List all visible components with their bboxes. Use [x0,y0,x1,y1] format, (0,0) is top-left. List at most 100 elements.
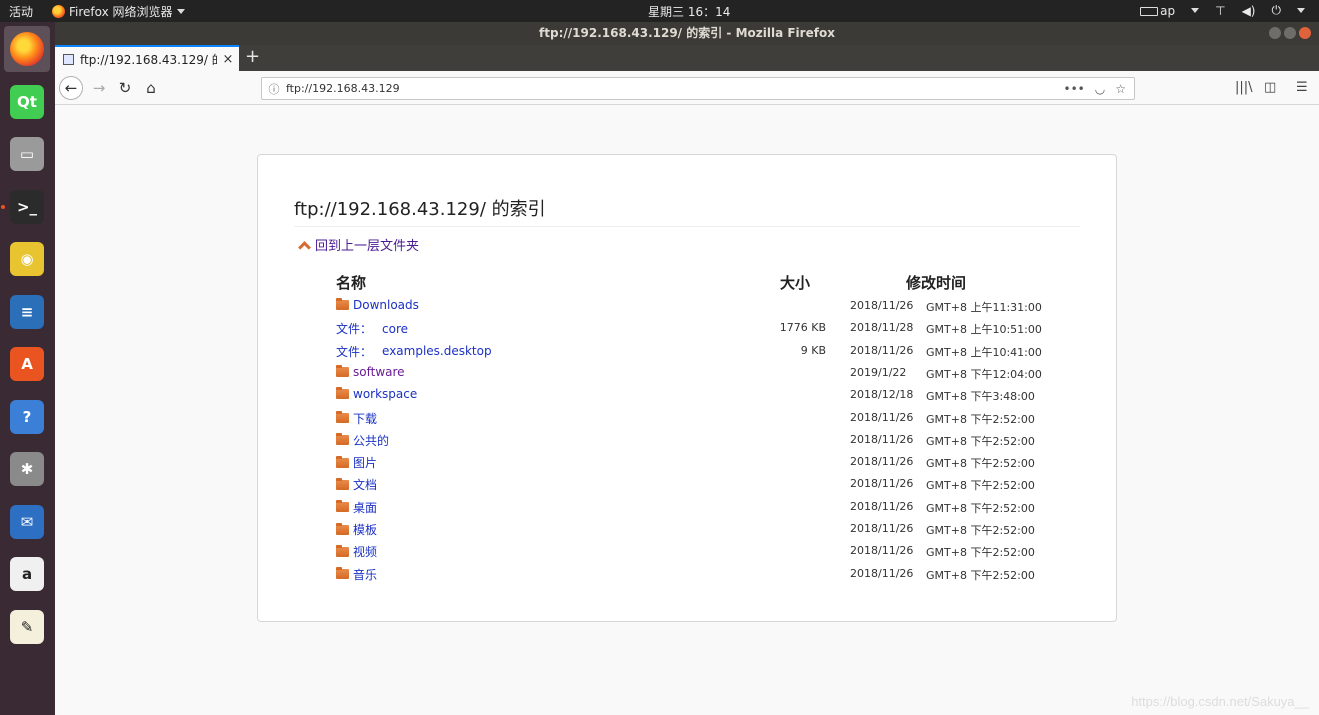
software-center-icon: A [10,347,44,381]
forward-button[interactable]: → [87,76,111,100]
folder-icon [336,544,349,557]
up-arrow-icon [298,240,311,254]
folder-icon [336,433,349,446]
launcher-item[interactable] [4,26,50,72]
entry-date: 2018/11/26 [850,299,914,312]
power-icon[interactable]: ⏻ [1272,3,1282,18]
column-header-name[interactable]: 名称 [336,272,366,293]
launcher-item[interactable]: a [4,551,50,597]
info-icon[interactable]: ⓘ [262,81,286,97]
input-method-indicator[interactable]: ap [1140,4,1175,18]
launcher-item[interactable]: ≡ [4,289,50,335]
folder-icon [336,387,349,400]
folder-icon [336,298,349,310]
file-prefix-label: 文件： [336,344,373,359]
window-controls [1269,27,1311,39]
terminal-icon: >_ [10,189,44,224]
sidebar-icon[interactable]: ◫ [1264,80,1276,95]
maximize-button[interactable] [1284,27,1296,39]
url-text[interactable]: ftp://192.168.43.129 [286,82,1064,95]
home-button[interactable]: ⌂ [139,76,163,100]
page-actions-icon[interactable]: ••• [1064,82,1085,96]
close-tab-icon[interactable]: × [217,52,239,67]
folder-link[interactable]: 图片 [336,454,377,471]
column-header-modified[interactable]: 修改时间 [906,272,966,293]
menu-icon[interactable]: ☰ [1296,80,1308,95]
parent-directory-link[interactable]: 回到上一层文件夹 [298,235,420,254]
entry-date: 2018/11/26 [850,432,914,446]
folder-icon [336,411,349,423]
chevron-down-icon[interactable] [1297,8,1305,13]
entry-name: 图片 [353,456,378,471]
folder-link[interactable]: 文档 [336,476,377,493]
launcher-item[interactable]: ? [4,394,50,440]
entry-date: 2018/11/26 [850,522,914,535]
page-content: ftp://192.168.43.129/ 的索引 回到上一层文件夹 名称 大小… [55,105,1319,715]
pocket-icon[interactable]: ◡ [1095,82,1105,96]
folder-icon [336,364,349,377]
listing-row: 文件： examples.desktop 9 KB 2018/11/26 GMT+8 上… [336,340,1076,362]
entry-name: 模板 [353,523,378,537]
folder-link[interactable]: workspace [336,387,417,401]
library-icon[interactable]: |||\ [1235,80,1253,95]
launcher: Qt ▭ >_ ◉ ≡ A? ✱ ✉ a ✎ [0,22,55,715]
folder-link[interactable]: 公共的 [336,432,389,449]
parent-directory-label: 回到上一层文件夹 [315,239,420,254]
launcher-item[interactable]: ◉ [4,236,50,282]
entry-name: Downloads [353,298,419,312]
listing-row: 音乐 2018/11/26 GMT+8 下午2:52:00 [336,563,1076,585]
chevron-down-icon [176,9,185,14]
launcher-item[interactable]: Qt [4,79,50,125]
window-title: ftp://192.168.43.129/ 的索引 - Mozilla Fire… [539,26,835,40]
folder-icon [336,477,349,490]
folder-link[interactable]: Downloads [336,298,419,312]
close-window-button[interactable] [1299,27,1311,39]
folder-icon [336,522,349,535]
tab-active[interactable]: ftp://192.168.43.129/ 的 × [55,45,239,71]
folder-link[interactable]: 视频 [336,543,377,560]
launcher-item[interactable]: A [4,341,50,387]
reload-button[interactable]: ↻ [113,76,137,100]
launcher-item[interactable]: >_ [1,184,50,230]
app-menu[interactable]: Firefox 网络浏览器 [52,3,185,20]
entry-name: core [382,321,409,336]
folder-link[interactable]: 桌面 [336,499,377,516]
launcher-item[interactable]: ✉ [4,499,50,545]
url-bar[interactable]: ⓘ ftp://192.168.43.129 ••• ◡ ☆ [261,77,1135,100]
chevron-down-icon[interactable] [1191,8,1200,13]
bookmark-star-icon[interactable]: ☆ [1115,82,1126,96]
input-method-label: ap [1160,3,1176,18]
folder-link[interactable]: 模板 [336,521,377,538]
minimize-button[interactable] [1269,27,1281,39]
launcher-item[interactable]: ✱ [4,446,50,492]
file-link[interactable]: 文件： examples.desktop [336,343,492,360]
firefox-icon [10,32,44,66]
folder-link[interactable]: 下载 [336,410,377,427]
listing-row: 下载 2018/11/26 GMT+8 下午2:52:00 [336,407,1076,429]
listing-row: workspace 2018/12/18 GMT+8 下午3:48:00 [336,384,1076,406]
folder-link[interactable]: 音乐 [336,566,377,583]
entry-name: 桌面 [353,500,378,515]
listing-row: 模板 2018/11/26 GMT+8 下午2:52:00 [336,518,1076,540]
entry-name: software [353,364,405,379]
entry-name: 下载 [353,411,378,426]
help-icon: ? [10,399,44,434]
volume-icon[interactable]: ◀) [1242,4,1256,18]
file-link[interactable]: 文件： core [336,320,408,337]
qt-creator-icon: Qt [10,84,44,119]
clock[interactable]: 星期三 16：14 [648,3,730,20]
watermark: https://blog.csdn.net/Sakuya__ [1131,694,1309,709]
back-button[interactable]: ← [59,76,83,100]
column-header-size[interactable]: 大小 [780,272,810,293]
entry-time: GMT+8 下午2:52:00 [926,501,1035,515]
network-icon[interactable]: ⊤ [1215,4,1225,18]
status-area[interactable]: ap ⊤ ◀) ⏻ [1140,3,1305,18]
new-tab-button[interactable]: + [245,47,260,67]
folder-link[interactable]: software [336,364,405,379]
window-title-bar[interactable]: ftp://192.168.43.129/ 的索引 - Mozilla Fire… [55,22,1319,45]
page-title: ftp://192.168.43.129/ 的索引 [294,195,1080,227]
launcher-item[interactable]: ✎ [4,604,50,650]
launcher-item[interactable]: ▭ [4,131,50,177]
file-prefix-label: 文件： [336,322,373,337]
activities-button[interactable]: 活动 [9,3,33,20]
